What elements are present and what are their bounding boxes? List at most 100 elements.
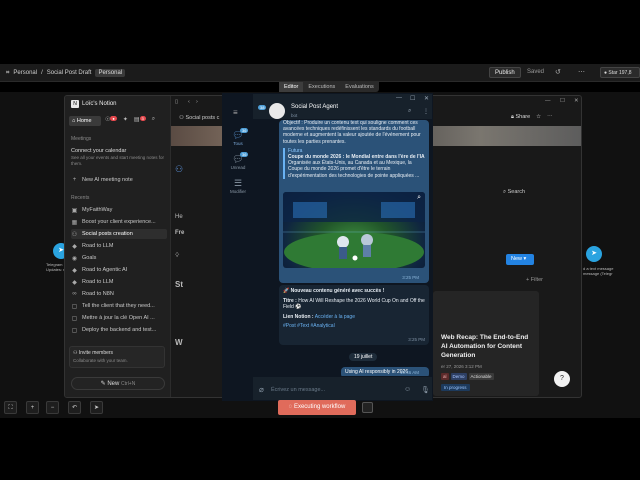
telegram-icon: ➤ (591, 250, 597, 257)
new-meeting-note[interactable]: + New AI meeting note (71, 175, 167, 185)
maximize-icon[interactable]: ☐ (410, 95, 415, 102)
page-tab[interactable]: ⚇ Social posts c (179, 115, 219, 121)
goal-icon: ◉ (71, 255, 78, 262)
tab-editor[interactable]: Editor (279, 82, 304, 92)
folder-edit[interactable]: ☰ Modifier (226, 178, 250, 194)
recent-item[interactable]: ◆ Road to Agentic AI (71, 265, 167, 275)
notion-link[interactable]: Accéder à la page (315, 314, 355, 320)
breadcrumb-project[interactable]: Personal (13, 70, 37, 76)
page-icon: ▦ (71, 219, 78, 226)
new-page-button[interactable]: ✎ New Ctrl+N (71, 377, 165, 390)
telegram-send-node[interactable]: ➤ (586, 246, 602, 262)
breadcrumb: ⌗ Personal / Social Post Draft Personal (6, 69, 126, 77)
microphone-icon[interactable]: 🎙︎ (421, 386, 430, 394)
forward-icon[interactable]: › (196, 99, 198, 105)
more-vertical-icon[interactable]: ⋮ (423, 108, 429, 115)
search-icon[interactable]: ⌕ (408, 108, 411, 115)
history-icon[interactable]: ↺ (555, 68, 561, 76)
zoom-in-icon[interactable]: + (26, 401, 39, 414)
recent-item[interactable]: ◆ Road to LLM (71, 241, 167, 251)
folder-all[interactable]: 💬︎ 36 Tous (226, 128, 250, 146)
invite-sub: Collaborate with your team. (73, 358, 128, 363)
zoom-icon[interactable]: ⌕ (417, 194, 421, 201)
heading-fragment: He (175, 214, 183, 220)
connect-calendar[interactable]: Connect your calendar See all your event… (71, 148, 167, 167)
recent-item[interactable]: ▢ Mettre à jour la clé Open AI ... (71, 313, 167, 323)
star-icon[interactable]: ☆ (536, 114, 541, 121)
db-search[interactable]: ⌕ Search (503, 189, 525, 196)
undo-icon[interactable]: ↶ (68, 401, 81, 414)
help-icon: ? (560, 375, 564, 382)
sidebar-home[interactable]: ⌂ Home (69, 116, 101, 126)
more-icon[interactable]: ⋯ (578, 68, 585, 76)
message-incoming[interactable]: 🚀 Nouveau contenu généré avec succès ! T… (279, 285, 429, 345)
more-icon[interactable]: ⋯ (547, 114, 553, 121)
chat-name[interactable]: Social Post Agent (291, 104, 338, 110)
project-tag[interactable]: Personal (95, 69, 126, 77)
recent-label: Mettre à jour la clé Open AI ... (82, 315, 155, 321)
home-icon: ⌂ (72, 118, 76, 124)
message-list[interactable]: Objectif : Produire un contenu text qui … (253, 120, 432, 376)
ai-icon[interactable]: ✦ (123, 116, 128, 123)
publish-button[interactable]: Publish (489, 67, 521, 78)
emoji-icon[interactable]: ☺ (404, 386, 411, 393)
menu-icon[interactable]: ≡ (233, 108, 238, 117)
avatar[interactable] (269, 103, 285, 119)
recent-item[interactable]: ▦ Boost your client experience... (71, 217, 167, 227)
filter-button[interactable]: + Filter (526, 277, 543, 283)
workspace-switcher[interactable]: N Loïc's Notion (71, 100, 117, 108)
tab-executions[interactable]: Executions (303, 82, 340, 92)
canvas-toolbar: ⛶ + − ↶ ➤ ◌ Executing workflow (0, 398, 640, 418)
recent-label: Boost your client experience... (82, 219, 156, 225)
status-badge: In progress (441, 384, 470, 391)
calendar-sub: See all your events and start meeting no… (71, 155, 165, 166)
link-icon: ∞ (72, 291, 77, 297)
inbox-icon[interactable]: ▤ 3 (134, 116, 146, 123)
people-icon: ⚇ (71, 231, 78, 238)
search-icon[interactable]: ⌕ (152, 116, 155, 123)
minimize-icon[interactable]: — (545, 98, 551, 104)
message-outgoing[interactable]: Objectif : Produire un contenu text qui … (279, 120, 429, 283)
hashtags[interactable]: #Post #Text #Analytical (283, 323, 425, 330)
share-button[interactable]: 🔒︎ Share (511, 114, 530, 121)
folder-unread[interactable]: 💬︎ 36 Unread (226, 152, 250, 170)
stop-button[interactable] (362, 402, 373, 413)
cursor-icon[interactable]: ➤ (90, 401, 103, 414)
sidebar-toggle-icon[interactable]: ▯ (175, 99, 178, 105)
message-input[interactable]: Écrivez un message... (271, 387, 325, 393)
zoom-out-icon[interactable]: − (46, 401, 59, 414)
recent-item[interactable]: ▣ MyFaithWay (71, 205, 167, 215)
date-separator: 19 juillet (349, 353, 378, 361)
breadcrumb-workflow[interactable]: Social Post Draft (47, 70, 92, 76)
close-icon[interactable]: ✕ (574, 98, 579, 104)
attach-icon[interactable]: ⌀ (259, 385, 264, 394)
recent-item[interactable]: ▢ Tell the client that they need... (71, 301, 167, 311)
help-button[interactable]: ? (554, 371, 570, 387)
saved-status: Saved (527, 69, 545, 75)
back-icon[interactable]: ‹ (188, 99, 190, 105)
maximize-icon[interactable]: ☐ (560, 98, 565, 104)
recent-item-selected[interactable]: ⚇ Social posts creation (71, 229, 167, 239)
tab-evaluations[interactable]: Evaluations (340, 82, 378, 92)
recent-item[interactable]: ◆ Road to LLM (71, 277, 167, 287)
recent-item[interactable]: ◉ Goals (71, 253, 167, 263)
recent-item[interactable]: ▢ Deploy the backend and test... (71, 325, 167, 335)
fit-view-icon[interactable]: ⛶ (4, 401, 17, 414)
meeting-icon[interactable]: ☉ ● (105, 116, 117, 123)
link-preview[interactable]: Futura Coupe du monde 2026 : le Mondial … (283, 147, 425, 179)
db-card[interactable]: Web Recap: The End-to-End AI Automation … (433, 291, 539, 396)
back-badge[interactable]: 38 (258, 105, 267, 110)
minimize-icon[interactable]: — (396, 95, 402, 101)
executing-workflow-button[interactable]: ◌ Executing workflow (278, 400, 356, 415)
close-icon[interactable]: ✕ (424, 95, 429, 102)
invite-members[interactable]: ⚇ Invite members Collaborate with your t… (69, 346, 165, 368)
message-link-line: Lien Notion : Accéder à la page (283, 314, 425, 321)
message-outgoing[interactable]: Using AI responsibly in 2026 10:46 AM (341, 367, 429, 376)
recent-label: Goals (82, 255, 97, 261)
github-star-button[interactable]: ● Star 197,8 (600, 67, 640, 78)
preview-image[interactable]: ⌕ (283, 192, 425, 268)
preview-body: Organisée aux États-Unis, au Canada et a… (288, 160, 420, 179)
db-new-button[interactable]: New ▾ (506, 254, 534, 265)
recent-item[interactable]: ∞ Road to N8N (71, 289, 167, 299)
telegram-folder-rail: ≡ 💬︎ 36 Tous 💬︎ 36 Unread ☰ Modifier (223, 94, 253, 400)
